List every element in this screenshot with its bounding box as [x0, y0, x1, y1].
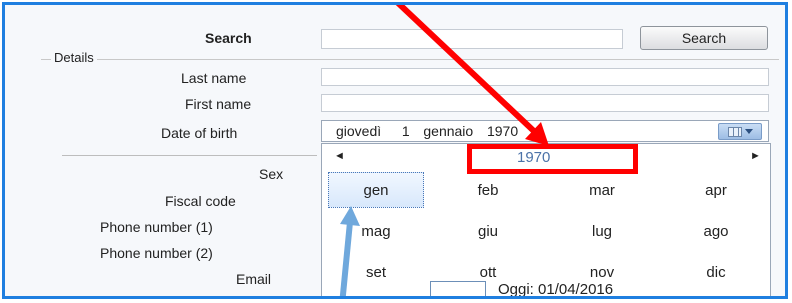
blue-pointer-arrowhead [340, 206, 360, 226]
section-separator-bottom [62, 297, 317, 298]
blue-pointer-arrow [339, 221, 353, 296]
app-window: Search Search Details Last name First na… [2, 2, 788, 299]
red-pointer-arrow [395, 5, 540, 137]
annotation-arrows [339, 5, 549, 296]
